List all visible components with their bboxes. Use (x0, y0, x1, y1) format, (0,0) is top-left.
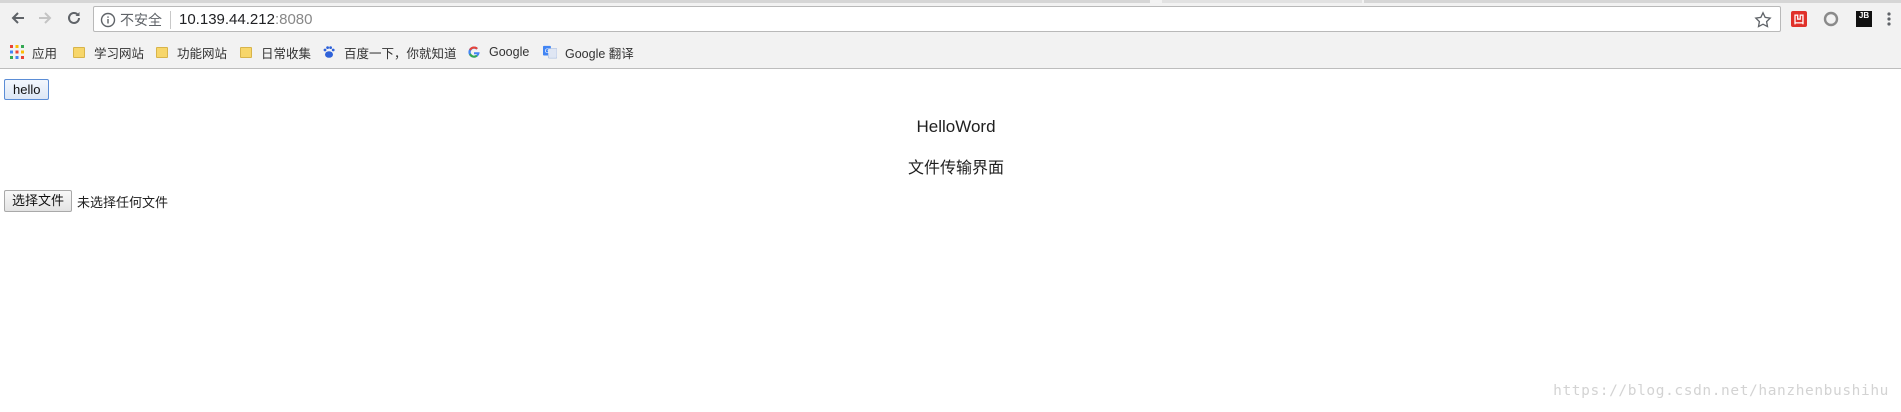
browser-toolbar: 不安全 10.139.44.212:8080 凹 JB (0, 3, 1901, 36)
bookmark-google-translate[interactable]: G Google 翻译 (543, 43, 634, 61)
forward-button[interactable] (32, 5, 58, 31)
bookmark-label: Google (489, 45, 530, 59)
star-icon[interactable] (1754, 11, 1772, 29)
browser-chrome: 不安全 10.139.44.212:8080 凹 JB 应用 学习网站 功能网站… (0, 0, 1901, 69)
page-content: hello HelloWord 文件传输界面 选择文件 未选择任何文件 (0, 69, 1901, 412)
extension-grey-button[interactable] (1822, 10, 1840, 28)
watermark: https://blog.csdn.net/hanzhenbushihu (1553, 383, 1889, 399)
folder-icon (155, 45, 169, 59)
page-subheading: 文件传输界面 (907, 160, 1004, 177)
circle-extension-icon (1823, 11, 1839, 27)
extension-red-button[interactable]: 凹 (1790, 10, 1808, 28)
bookmark-folder-daily[interactable]: 日常收集 (239, 43, 311, 61)
security-label[interactable]: 不安全 (120, 12, 162, 28)
jetbrains-icon: JB (1856, 11, 1872, 27)
url-text[interactable]: 10.139.44.212:8080 (179, 12, 312, 28)
apps-grid-icon (10, 45, 24, 59)
hello-button[interactable]: hello (4, 79, 50, 100)
bookmark-label: 功能网站 (177, 46, 228, 61)
google-g-icon (467, 45, 481, 59)
bookmark-folder-study[interactable]: 学习网站 (72, 43, 144, 61)
extension-jb-button[interactable]: JB (1855, 10, 1873, 28)
bookmark-label: Google 翻译 (565, 46, 634, 61)
bookmark-apps[interactable]: 应用 (10, 43, 57, 61)
info-icon[interactable] (100, 12, 116, 28)
reload-button[interactable] (61, 5, 87, 31)
bookmark-label: 日常收集 (261, 46, 312, 61)
back-icon (11, 12, 24, 24)
bookmark-folder-tools[interactable]: 功能网站 (155, 43, 227, 61)
folder-icon (72, 45, 86, 59)
menu-button[interactable] (1880, 10, 1898, 28)
bookmark-baidu[interactable]: 百度一下，你就知道 (322, 43, 457, 61)
back-button[interactable] (5, 5, 31, 31)
svg-text:G: G (545, 48, 550, 55)
folder-icon (239, 45, 253, 59)
red-extension-icon: 凹 (1791, 11, 1807, 27)
bookmarks-bar: 应用 学习网站 功能网站 日常收集 百度一下，你就知道 Google G Goo… (0, 38, 1901, 66)
baidu-paw-icon (322, 45, 336, 59)
forward-icon (39, 12, 52, 24)
bookmark-label: 学习网站 (94, 46, 145, 61)
menu-icon (1887, 12, 1891, 26)
choose-file-button[interactable]: 选择文件 (4, 190, 73, 212)
page-heading: HelloWord (916, 117, 996, 136)
bookmark-label: 百度一下，你就知道 (344, 46, 457, 61)
omnibox-divider (170, 11, 171, 29)
file-input[interactable]: 选择文件 未选择任何文件 (4, 190, 168, 212)
bookmark-label: 应用 (32, 46, 58, 61)
url-port: :8080 (274, 11, 313, 28)
google-translate-icon: G (543, 45, 557, 59)
reload-icon (68, 11, 80, 24)
address-bar[interactable]: 不安全 10.139.44.212:8080 (93, 6, 1781, 32)
url-host: 10.139.44.212 (179, 11, 275, 28)
file-status-text: 未选择任何文件 (77, 194, 169, 210)
bookmark-google[interactable]: Google (467, 43, 529, 61)
